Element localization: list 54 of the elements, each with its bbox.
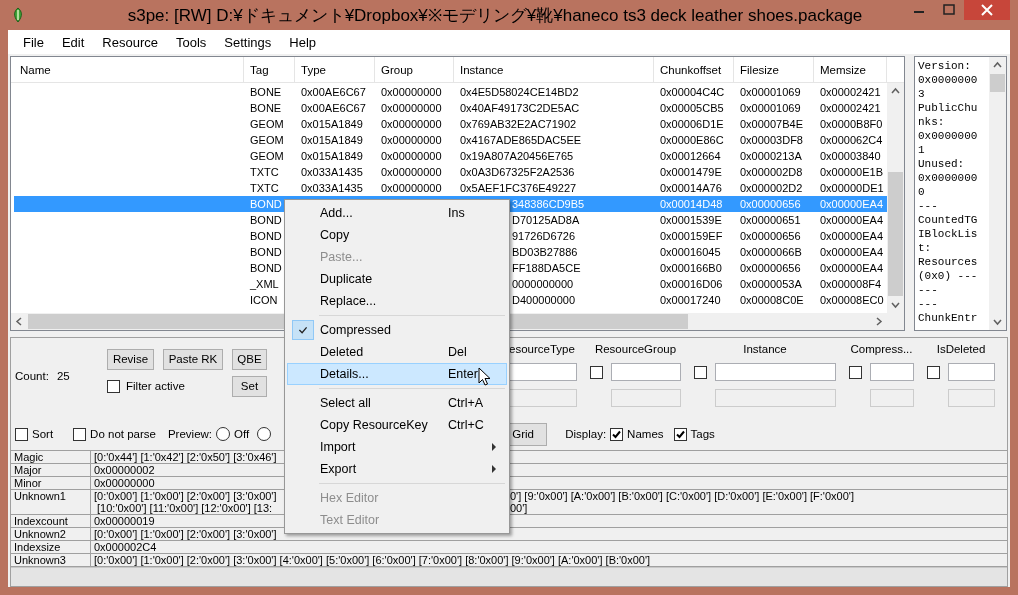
info-text-line: CountedTG [918, 213, 979, 227]
filter-column-label: Instance [743, 343, 787, 355]
info-text-line: --- [918, 297, 939, 311]
info-text-line: 0x0000000 [918, 73, 979, 87]
property-name: Major [11, 464, 91, 476]
property-name: Unknown3 [11, 554, 91, 566]
property-value: 0x00000000 [94, 477, 155, 489]
info-text-line: 1 [918, 143, 926, 157]
info-text-line: --- [918, 283, 939, 297]
property-value: [0:'0x00'] [1:'0x00'] [2:'0x00'] [3:'0x00'] [94, 490, 277, 502]
preview-label: Preview: [167, 428, 213, 440]
window-title: s3pe: [RW] D:¥ドキュメント¥Dropbox¥※モデリング¥靴¥haneco ts3 deck leather shoes.package [126, 5, 864, 27]
info-text-line: Resources [918, 255, 979, 269]
filter-column-label: ResourceGroup [594, 343, 677, 355]
property-value: [0:'0x00'] [1:'0x00'] [2:'0x00'] [3:'0x00'] [94, 528, 277, 540]
info-text-line: Version: [918, 59, 972, 73]
property-value: 00'] [510, 502, 528, 514]
filter-column-label: Compress... [850, 343, 913, 355]
info-text-line: 0 [918, 185, 926, 199]
checkbox-label: Do not parse [90, 428, 156, 440]
property-name: Indexsize [11, 541, 91, 553]
property-value: 0x00000019 [94, 515, 155, 527]
info-text-line: (0x0) --- [918, 269, 979, 283]
property-name: Minor [11, 477, 91, 489]
property-value: [10:'0x00'] [11:'0x00'] [12:'0x00'] [13: [96, 502, 273, 514]
property-name: Indexcount [11, 515, 91, 527]
checkbox-label: Names [627, 428, 664, 440]
property-value: 0x000002C4 [94, 541, 157, 553]
property-name: Unknown2 [11, 528, 91, 540]
checkbox-label: Tags [690, 428, 715, 440]
info-text-line: t: [918, 241, 933, 255]
property-value: 0'] [9:'0x00'] [A:'0x00'] [B:'0x00'] [C:'0x00'] [D:'0x00'] [E:'0x00'] [F:'0x00'] [510, 490, 854, 502]
info-text-line: 3 [918, 87, 926, 101]
info-text-line: ChunkEntr [918, 311, 979, 325]
property-value: [0:'0x44'] [1:'0x42'] [2:'0x50'] [3:'0x46'] [94, 451, 277, 463]
count-value: 25 [56, 369, 70, 382]
property-name: Magic [11, 451, 91, 463]
filter-column-label: esourceType [509, 343, 575, 355]
info-text-line: --- [918, 199, 939, 213]
filter-column-label: IsDeleted [936, 343, 986, 355]
info-text-line: Unused: [918, 157, 966, 171]
display-label: Display: [565, 428, 607, 440]
property-value: [0:'0x00'] [1:'0x00'] [2:'0x00'] [3:'0x00'] [4:'0x00'] [5:'0x00'] [6:'0x00'] [7:'0x00'] [8:'0x00'] [9:'0x00'] [A:'0x00'] [B:'0x00'] [94, 554, 651, 566]
info-text-line: IBlockLis [918, 227, 979, 241]
info-text-line: 0x0000000 [918, 171, 979, 185]
count-label: Count: [15, 369, 49, 382]
info-text-line: PublicChu [918, 101, 979, 115]
info-text-line: 0x0000000 [918, 129, 979, 143]
property-value: 0x00000002 [94, 464, 155, 476]
checkbox-label: Sort [32, 428, 54, 440]
info-text-line: nks: [918, 115, 946, 129]
property-name: Unknown1 [11, 490, 91, 514]
radio-label: Off [234, 428, 250, 440]
checkbox-label: Filter active [126, 380, 185, 392]
